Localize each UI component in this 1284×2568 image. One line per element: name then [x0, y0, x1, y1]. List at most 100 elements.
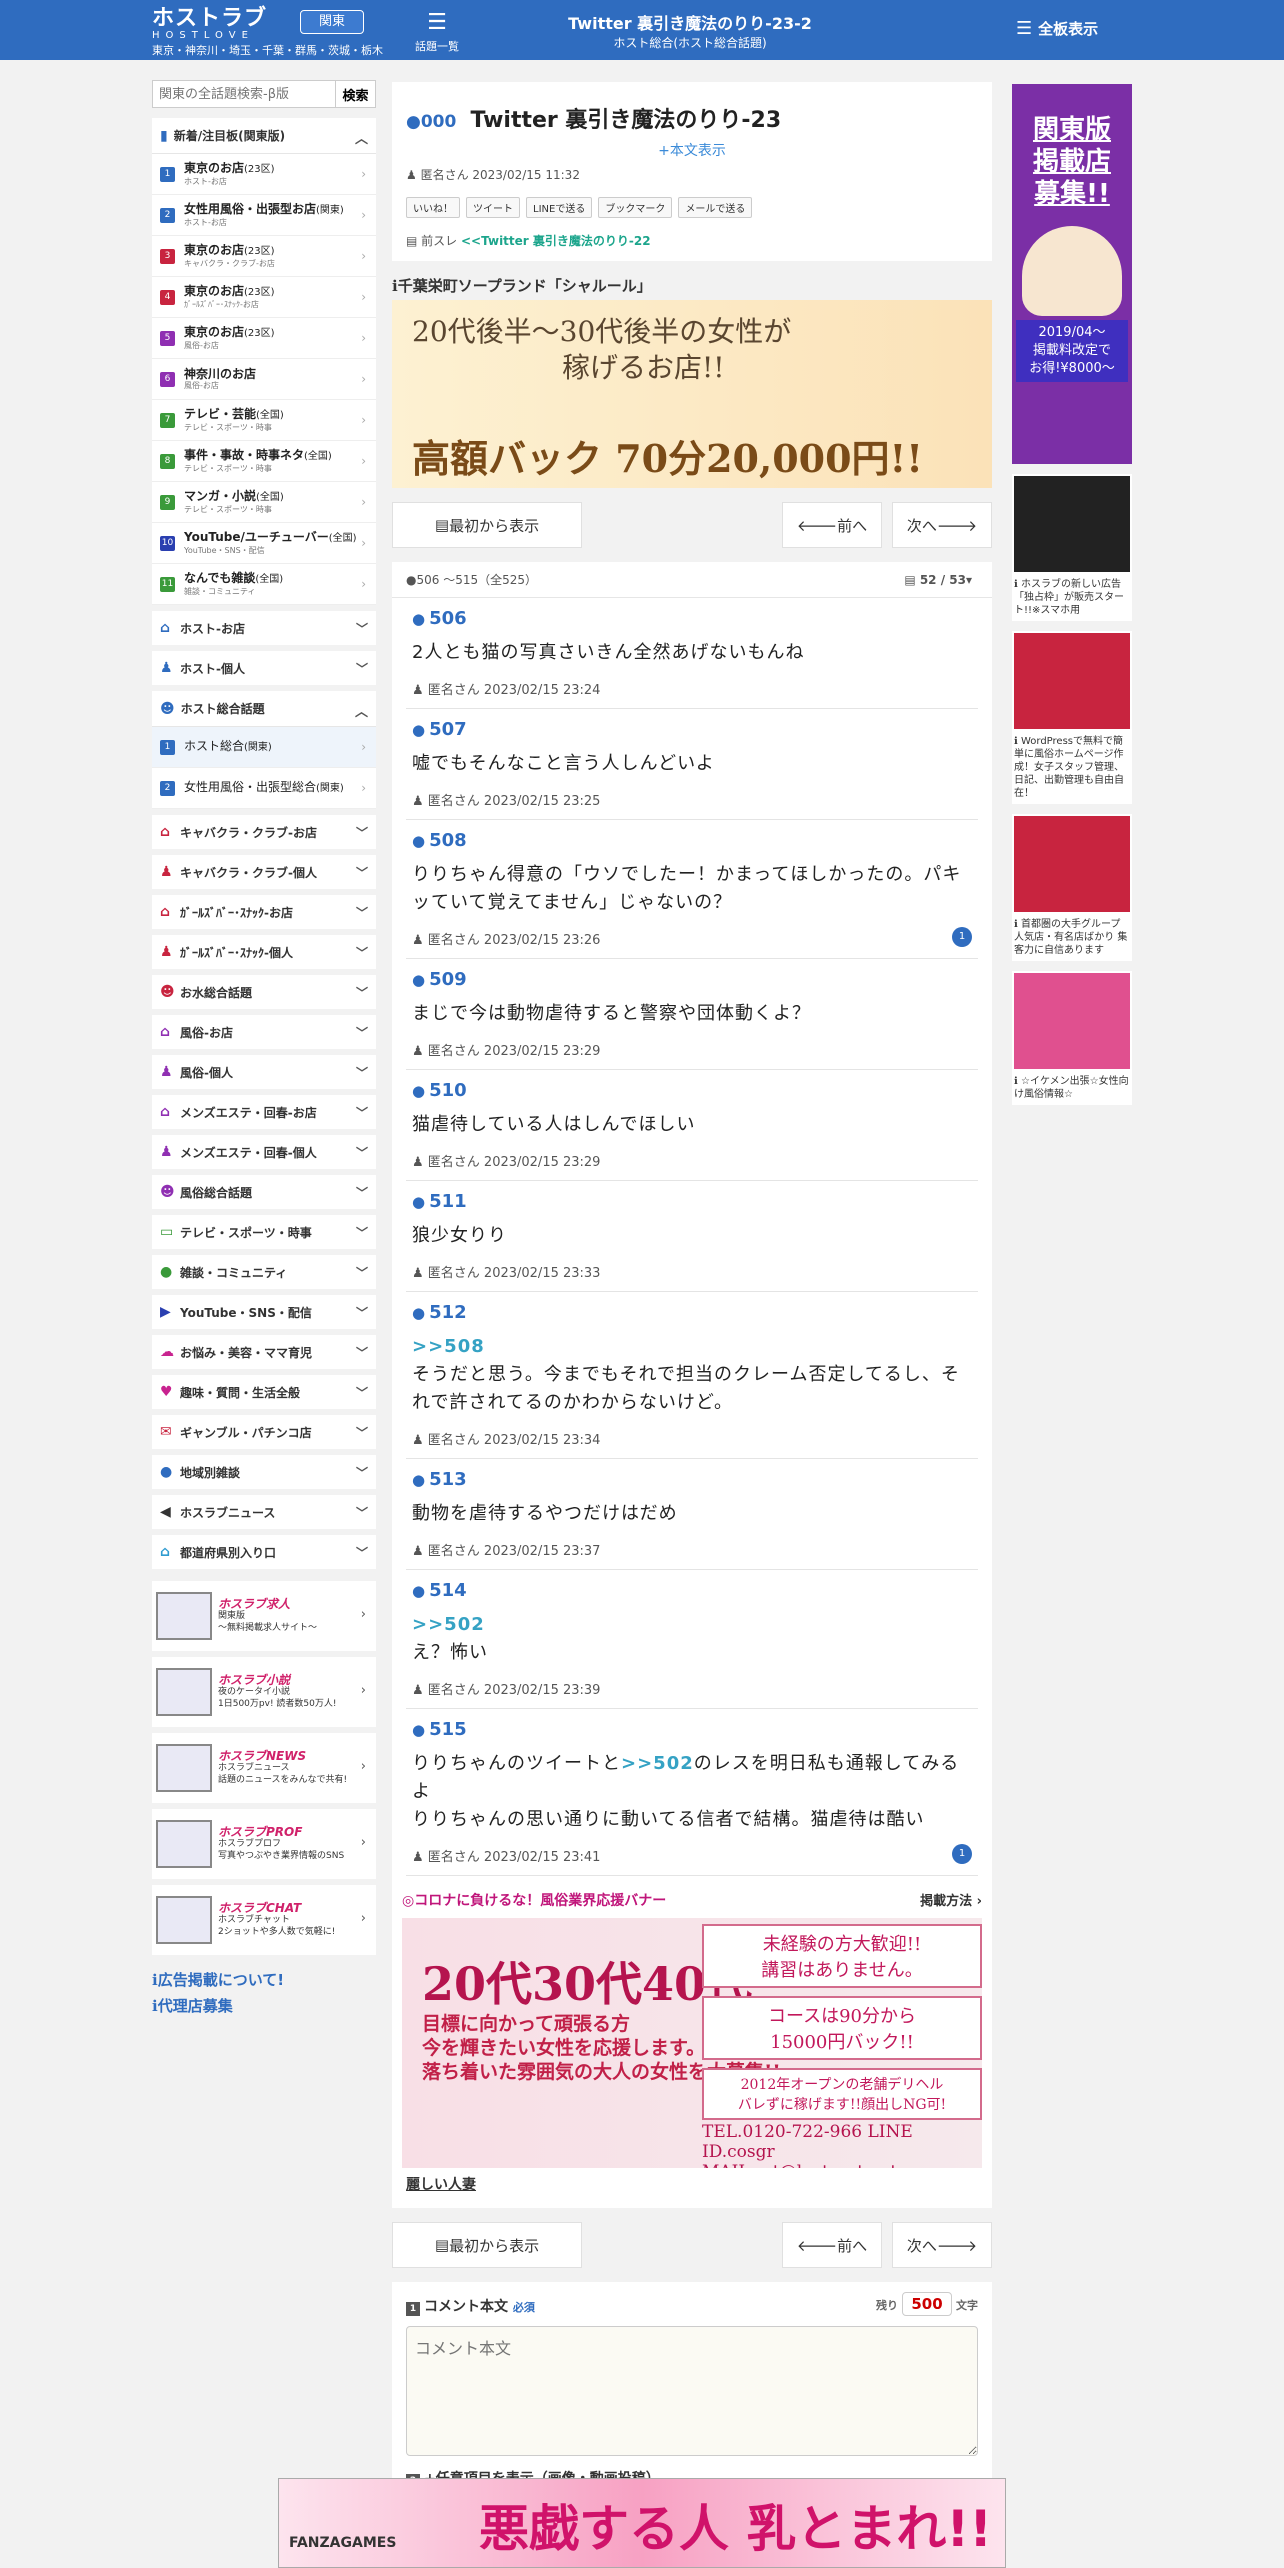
category-label: ギャンブル・パチンコ店	[180, 1425, 312, 1440]
board-item[interactable]: 7 テレビ・芸能(全国) テレビ・スポーツ・時事 ›	[152, 400, 376, 441]
mid-ad-banner[interactable]: 20代30代40代 目標に向かって頑張る方 今を輝きたい女性を応援します。 落ち…	[402, 1918, 982, 2168]
right-ad[interactable]: ℹ ホスラブの新しい広告「独占枠」が販売スタート!!※スマホ用	[1012, 474, 1132, 621]
share-button[interactable]: LINEで送る	[526, 197, 593, 218]
post-number[interactable]: ● 515	[412, 1719, 972, 1740]
post-number[interactable]: ● 513	[412, 1469, 972, 1490]
category-item[interactable]: ◀ ホスラブニュース ﹀	[152, 1495, 376, 1529]
site-logo[interactable]: ホストラブ HOSTLOVE	[152, 8, 267, 42]
category-item[interactable]: ▭ テレビ・スポーツ・時事 ﹀	[152, 1215, 376, 1249]
category-item[interactable]: ☁ お悩み・美容・ママ育児 ﹀	[152, 1335, 376, 1369]
post-number[interactable]: ● 511	[412, 1191, 972, 1212]
right-ad-text: ℹ ☆イケメン出張☆女性向け風俗情報☆	[1014, 1076, 1129, 1100]
ad-info-link[interactable]: ℹ広告掲載について!	[152, 1967, 376, 1993]
post-number[interactable]: ● 514	[412, 1580, 972, 1601]
category-item[interactable]: ☻ 風俗総合話題 ﹀	[152, 1175, 376, 1209]
comment-textarea[interactable]	[406, 2326, 978, 2456]
category-item[interactable]: ⌂ メンズエステ・回春-お店 ﹀	[152, 1095, 376, 1129]
next-button[interactable]: 次へ 🡒	[892, 2222, 992, 2268]
new-boards-header[interactable]: ▮ 新着/注目板(関東版) ︿	[152, 118, 376, 154]
first-button[interactable]: ▤ 最初から表示	[392, 2222, 582, 2268]
side-banner[interactable]: ホスラブ求人 関東版 ～無料掲載求人サイト～ ›	[152, 1581, 376, 1651]
chevron-down-icon: ﹀	[355, 1226, 368, 1240]
post-number-text: 512	[429, 1302, 467, 1323]
board-item[interactable]: 6 神奈川のお店 風俗-お店 ›	[152, 359, 376, 400]
category-item[interactable]: ▶ YouTube・SNS・配信 ﹀	[152, 1295, 376, 1329]
arrow-left-icon: 🡐	[796, 516, 838, 535]
category-item[interactable]: ♟ 風俗-個人 ﹀	[152, 1055, 376, 1089]
side-banner[interactable]: ホスラブCHAT ホスラブチャット 2ショットや多人数で気軽に! ›	[152, 1885, 376, 1955]
reply-anchor-link[interactable]: >>508	[412, 1336, 485, 1357]
category-item[interactable]: ♟ メンズエステ・回春-個人 ﹀	[152, 1135, 376, 1169]
user-icon: ♟	[412, 1544, 428, 1559]
reply-anchor-link[interactable]: >>502	[621, 1753, 694, 1774]
post-text: 狼少女りり	[412, 1225, 507, 1246]
category-item[interactable]: ⌂ 風俗-お店 ﹀	[152, 1015, 376, 1049]
board-item[interactable]: 2 女性用風俗・出張型お店(関東) ホスト-お店 ›	[152, 195, 376, 236]
reply-count-badge[interactable]: 1	[952, 927, 972, 947]
category-item[interactable]: ● 雑談・コミュニティ ﹀	[152, 1255, 376, 1289]
ad-method-link[interactable]: 掲載方法 ›	[920, 1890, 982, 1910]
post-number[interactable]: ● 509	[412, 969, 972, 990]
right-ad[interactable]: ℹ 首都圏の大手グループ 人気店・有名店ばかり 集客力に自信あります	[1012, 814, 1132, 961]
share-button[interactable]: メールで送る	[678, 197, 753, 218]
category-item[interactable]: ☻ お水総合話題 ﹀	[152, 975, 376, 1009]
post-number[interactable]: ● 512	[412, 1302, 972, 1323]
category-item[interactable]: ⌂ ホスト-お店 ﹀	[152, 611, 376, 645]
host-general-item[interactable]: 2 女性用風俗・出張型総合(関東) ›	[152, 768, 376, 809]
prev-button[interactable]: 🡐 前へ	[782, 2222, 882, 2268]
reply-count-badge[interactable]: 1	[952, 1844, 972, 1864]
category-item[interactable]: ⌂ 都道府県別入り口 ﹀	[152, 1535, 376, 1569]
side-banner[interactable]: ホスラブPROF ホスラブプロフ 写真やつぶやき業界情報のSNS ›	[152, 1809, 376, 1879]
category-item[interactable]: ⌂ ｶﾞｰﾙｽﾞﾊﾞｰ･ｽﾅｯｸ-お店 ﹀	[152, 895, 376, 929]
show-body-link[interactable]: +本文表示	[406, 140, 978, 160]
agency-link[interactable]: ℹ代理店募集	[152, 1993, 376, 2019]
side-banner[interactable]: ホスラブ小説 夜のケータイ小説 1日500万pv! 読者数50万人! ›	[152, 1657, 376, 1727]
ad-name-link[interactable]: 麗しい人妻	[392, 2168, 992, 2208]
first-button[interactable]: ▤ 最初から表示	[392, 502, 582, 548]
board-item[interactable]: 1 東京のお店(23区) ホスト-お店 ›	[152, 154, 376, 195]
category-item[interactable]: ♥ 趣味・質問・生活全般 ﹀	[152, 1375, 376, 1409]
category-item[interactable]: ✉ ギャンブル・パチンコ店 ﹀	[152, 1415, 376, 1449]
prev-button[interactable]: 🡐 前へ	[782, 502, 882, 548]
search-input[interactable]	[152, 80, 335, 108]
board-item[interactable]: 4 東京のお店(23区) ｶﾞｰﾙｽﾞﾊﾞｰ･ｽﾅｯｸ-お店 ›	[152, 277, 376, 318]
side-banner[interactable]: ホスラブNEWS ホスラブニュース 話題のニュースをみんなで共有! ›	[152, 1733, 376, 1803]
right-ad[interactable]: ℹ WordPressで無料で簡単に風俗ホームページ作成！女子スタッフ管理、日記…	[1012, 631, 1132, 804]
share-button[interactable]: ブックマーク	[598, 197, 673, 218]
page-selector[interactable]: ▤ 52 / 53▾	[904, 573, 972, 587]
category-item[interactable]: ♟ キャバクラ・クラブ-個人 ﹀	[152, 855, 376, 889]
right-ad[interactable]: ℹ ☆イケメン出張☆女性向け風俗情報☆	[1012, 971, 1132, 1105]
right-ad-image	[1014, 973, 1130, 1069]
host-general-item[interactable]: 1 ホスト総合(関東) ›	[152, 727, 376, 768]
all-boards-button[interactable]: ☰ 全板表示	[1016, 18, 1098, 39]
board-item[interactable]: 10 YouTube/ユーチューバー(全国) YouTube・SNS・配信 ›	[152, 523, 376, 564]
board-item-sub: YouTube・SNS・配信	[184, 546, 265, 555]
top-ad-banner[interactable]: 20代後半～30代後半の女性が 稼げるお店!! 高額バック 70分20,000円!…	[392, 300, 992, 488]
region-list: 東京・神奈川・埼玉・千葉・群馬・茨城・栃木	[152, 44, 383, 57]
category-item[interactable]: ⌂ キャバクラ・クラブ-お店 ﹀	[152, 815, 376, 849]
board-item[interactable]: 8 事件・事故・時事ネタ(全国) テレビ・スポーツ・時事 ›	[152, 441, 376, 482]
category-item[interactable]: ● 地域別雑談 ﹀	[152, 1455, 376, 1489]
previous-thread-link[interactable]: <<Twitter 裏引き魔法のりり-22	[461, 234, 651, 248]
share-button[interactable]: ツイート	[466, 197, 520, 218]
board-item[interactable]: 5 東京のお店(23区) 風俗-お店 ›	[152, 318, 376, 359]
bottom-ad-banner[interactable]: 悪戯する人 乳とまれ!! FANZAGAMES	[278, 2478, 1006, 2568]
host-general-header[interactable]: ☻ ホスト総合話題 ︿	[152, 691, 376, 727]
category-item[interactable]: ♟ ｶﾞｰﾙｽﾞﾊﾞｰ･ｽﾅｯｸ-個人 ﹀	[152, 935, 376, 969]
next-button[interactable]: 次へ 🡒	[892, 502, 992, 548]
post-number[interactable]: ● 508	[412, 830, 972, 851]
share-button[interactable]: いいね！	[406, 197, 460, 218]
board-item[interactable]: 11 なんでも雑談(全国) 雑談・コミュニティ ›	[152, 564, 376, 605]
board-item[interactable]: 9 マンガ・小説(全国) テレビ・スポーツ・時事 ›	[152, 482, 376, 523]
reply-anchor-link[interactable]: >>502	[412, 1614, 485, 1635]
recruit-ad[interactable]: 関東版 掲載店 募集!! 2019/04～ 掲載料改定で お得!¥8000～	[1012, 84, 1132, 464]
topics-button[interactable]: ☰ 話題一覧	[410, 8, 464, 54]
post-number[interactable]: ● 507	[412, 719, 972, 740]
search-button[interactable]: 検索	[335, 80, 376, 108]
category-item[interactable]: ♟ ホスト-個人 ﹀	[152, 651, 376, 685]
region-button[interactable]: 関東	[300, 10, 364, 34]
post-number[interactable]: ● 506	[412, 608, 972, 629]
board-item[interactable]: 3 東京のお店(23区) キャバクラ・クラブ-お店 ›	[152, 236, 376, 277]
post-number[interactable]: ● 510	[412, 1080, 972, 1101]
post-number-text: 514	[429, 1580, 467, 1601]
